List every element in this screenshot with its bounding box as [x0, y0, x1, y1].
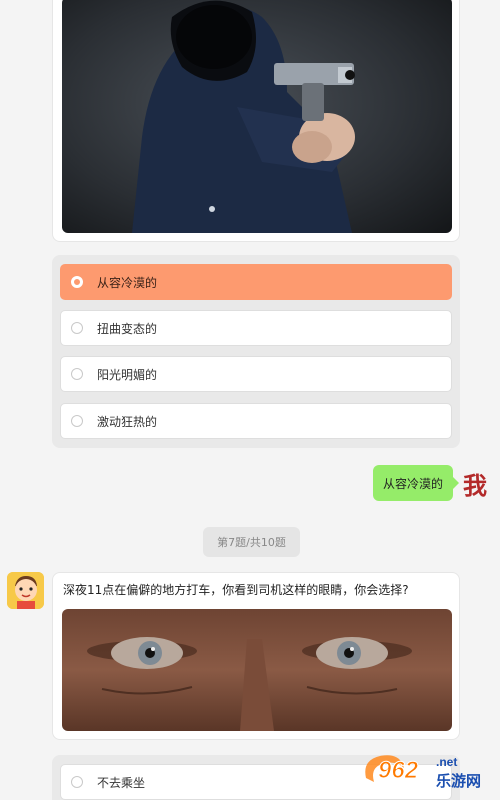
radio-icon: [71, 776, 83, 788]
logo-site-name: 乐游网: [436, 772, 481, 790]
radio-icon: [71, 415, 83, 427]
question-image-card: [52, 0, 460, 242]
question-progress: 第7题/共10题: [203, 527, 300, 557]
gunman-photo: [62, 0, 452, 233]
driver-eyes-photo: [62, 609, 452, 731]
question-7-text: 深夜11点在偏僻的地方打车，你看到司机这样的眼睛，你会选择?: [63, 583, 409, 597]
option-label: 扭曲变态的: [97, 321, 158, 336]
cartoon-boy-avatar-icon: [7, 572, 44, 609]
bot-avatar: [7, 572, 44, 609]
reply-text: 从容冷漠的: [382, 476, 443, 491]
logo-number: 962: [378, 757, 419, 784]
staring-eyes-image: [62, 609, 452, 731]
option-calm-cold[interactable]: 从容冷漠的: [60, 264, 452, 300]
option-label: 激动狂热的: [97, 414, 158, 429]
site-watermark-logo: 962 .net 乐游网: [360, 748, 495, 794]
option-excited[interactable]: 激动狂热的: [60, 403, 452, 439]
logo-suffix: .net: [436, 755, 457, 769]
radio-icon: [71, 368, 83, 380]
radio-icon: [71, 322, 83, 334]
option-sunny[interactable]: 阳光明媚的: [60, 356, 452, 392]
option-label: 阳光明媚的: [97, 367, 158, 382]
user-reply-bubble: 从容冷漠的: [373, 465, 459, 501]
radio-selected-icon: [71, 276, 83, 288]
962-logo-icon: 962 .net 乐游网: [365, 755, 481, 790]
hooded-gunman-image: [62, 0, 452, 233]
me-avatar-label: 我: [463, 471, 487, 500]
option-label: 不去乘坐: [97, 775, 146, 790]
option-twisted[interactable]: 扭曲变态的: [60, 310, 452, 346]
option-label: 从容冷漠的: [97, 275, 158, 290]
progress-text: 第7题/共10题: [217, 536, 286, 549]
question-6-options: 从容冷漠的 扭曲变态的 阳光明媚的 激动狂热的: [52, 255, 460, 448]
question-7-card: 深夜11点在偏僻的地方打车，你看到司机这样的眼睛，你会选择?: [52, 572, 460, 740]
